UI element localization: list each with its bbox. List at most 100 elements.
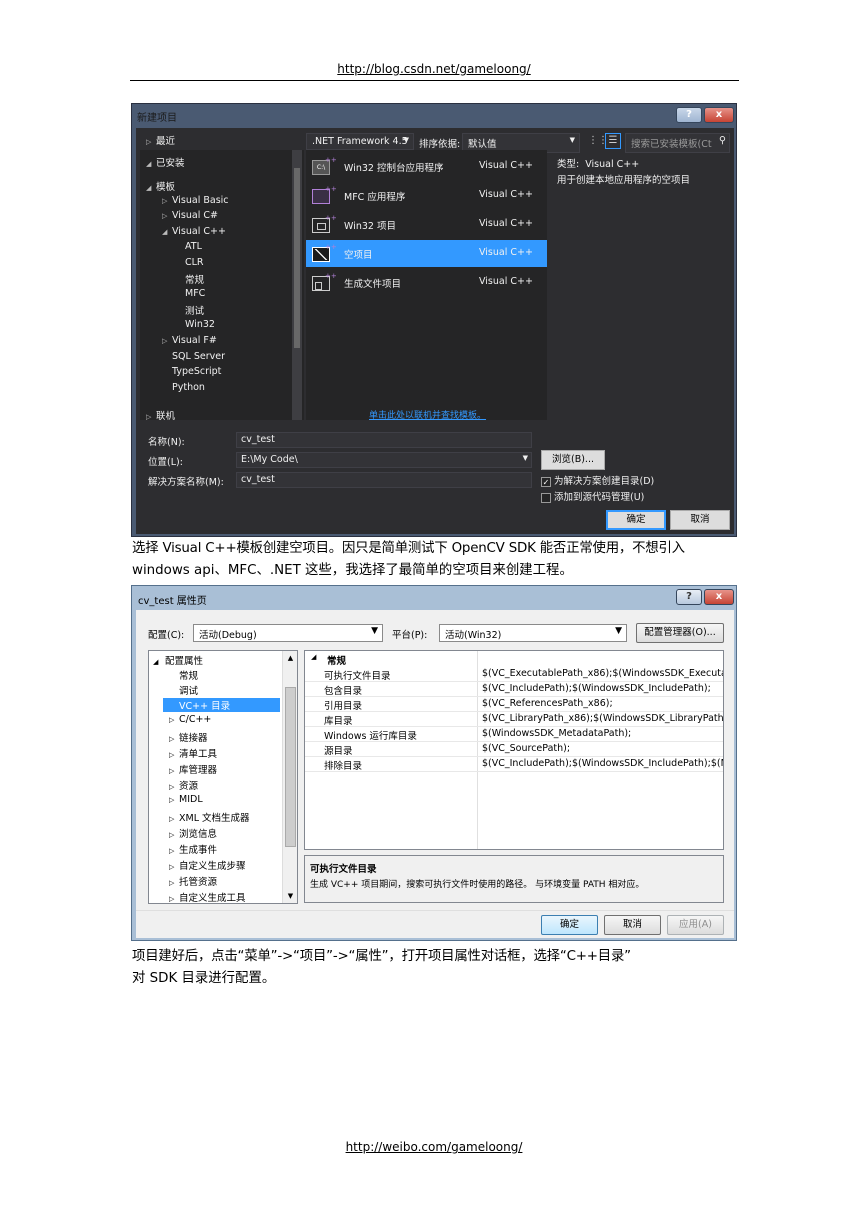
location-input[interactable]: E:\My Code\ ▼ bbox=[236, 452, 532, 468]
grid-row-library-dirs[interactable]: 库目录 $(VC_LibraryPath_x86);$(WindowsSDK_Li… bbox=[305, 712, 723, 727]
paragraph-2-line-2: 对 SDK 目录进行配置。 bbox=[132, 971, 276, 986]
tree-item-debugging[interactable]: 调试 bbox=[179, 683, 198, 697]
tree-item-vb[interactable]: ▷ Visual Basic bbox=[162, 195, 229, 206]
expand-arrow-icon: ▷ bbox=[169, 895, 175, 903]
checkmark-icon: ✓ bbox=[541, 476, 551, 487]
tree-item-c-cpp[interactable]: ▷ C/C++ bbox=[169, 714, 211, 725]
footer-url[interactable]: http://weibo.com/gameloong/ bbox=[0, 1140, 868, 1154]
solution-name-input[interactable]: cv_test bbox=[236, 472, 532, 488]
template-item-makefile[interactable]: ++ 生成文件项目 Visual C++ bbox=[306, 269, 547, 296]
tree-scrollbar[interactable]: ▲ ▼ bbox=[282, 651, 297, 903]
chevron-down-icon: ▼ bbox=[403, 136, 409, 144]
template-item-win32-console[interactable]: C:\ ++ Win32 控制台应用程序 Visual C++ bbox=[306, 153, 547, 180]
empty-project-icon: ++ bbox=[312, 243, 337, 263]
template-item-mfc[interactable]: ++ MFC 应用程序 Visual C++ bbox=[306, 182, 547, 209]
grid-row-include-dirs[interactable]: 包含目录 $(VC_IncludePath);$(WindowsSDK_Inclu… bbox=[305, 682, 723, 697]
grid-row-executable-dirs[interactable]: 可执行文件目录 $(VC_ExecutablePath_x86);$(Window… bbox=[305, 667, 723, 682]
config-manager-button[interactable]: 配置管理器(O)... bbox=[636, 623, 724, 643]
paragraph-2-line-1: 项目建好后，点击“菜单”->“项目”->“属性”，打开项目属性对话框，选择“C+… bbox=[132, 949, 631, 964]
tree-item-win32[interactable]: Win32 bbox=[185, 319, 215, 330]
create-directory-checkbox[interactable]: ✓ 为解决方案创建目录(D) bbox=[541, 473, 654, 487]
tree-item-midl[interactable]: ▷ MIDL bbox=[169, 794, 203, 805]
tree-item-sql[interactable]: SQL Server bbox=[172, 351, 225, 362]
tree-item-xml-doc[interactable]: ▷ XML 文档生成器 bbox=[169, 810, 250, 824]
paragraph-1-line-1: 选择 Visual C++模板创建空项目。因只是简单测试下 OpenCV SDK… bbox=[132, 541, 685, 556]
tree-item-browse-info[interactable]: ▷ 浏览信息 bbox=[169, 826, 217, 840]
grid-row-reference-dirs[interactable]: 引用目录 $(VC_ReferencesPath_x86); bbox=[305, 697, 723, 712]
scroll-up-icon[interactable]: ▲ bbox=[283, 651, 297, 665]
browse-button[interactable]: 浏览(B)... bbox=[541, 450, 605, 470]
template-tree: ◢ 已安装 ◢ 模板 ▷ Visual Basic ▷ Visual C# ◢ Visua… bbox=[140, 150, 304, 420]
tree-item-mfc[interactable]: MFC bbox=[185, 288, 205, 299]
help-button[interactable]: ? bbox=[676, 589, 702, 605]
collapse-arrow-icon: ◢ bbox=[311, 653, 317, 661]
expand-arrow-icon: ▷ bbox=[169, 796, 175, 804]
cancel-button[interactable]: 取消 bbox=[670, 510, 730, 530]
tree-item-vcpp-directories[interactable]: VC++ 目录 bbox=[163, 698, 280, 712]
tree-item-installed[interactable]: ◢ 已安装 bbox=[146, 155, 185, 169]
scroll-down-icon[interactable]: ▼ bbox=[283, 889, 297, 903]
scroll-thumb[interactable] bbox=[285, 687, 296, 847]
tree-item-librarian[interactable]: ▷ 库管理器 bbox=[169, 762, 217, 776]
close-button[interactable]: x bbox=[704, 589, 734, 605]
tree-item-recent[interactable]: ▷ 最近 bbox=[146, 133, 175, 147]
tree-item-test[interactable]: 测试 bbox=[185, 303, 204, 317]
tree-item-python[interactable]: Python bbox=[172, 382, 205, 393]
template-list: C:\ ++ Win32 控制台应用程序 Visual C++ ++ MFC 应用程… bbox=[306, 150, 547, 420]
tree-item-build-events[interactable]: ▷ 生成事件 bbox=[169, 842, 217, 856]
ok-button[interactable]: 确定 bbox=[606, 510, 666, 530]
dialog-title: cv_test 属性页 bbox=[138, 596, 207, 607]
list-view-icon[interactable]: ☰ bbox=[605, 133, 621, 149]
config-select[interactable]: 活动(Debug) ▼ bbox=[193, 624, 383, 642]
tree-item-online[interactable]: ▷ 联机 bbox=[146, 408, 175, 422]
ok-button[interactable]: 确定 bbox=[541, 915, 598, 935]
tree-item-manifest-tool[interactable]: ▷ 清单工具 bbox=[169, 746, 217, 760]
tree-item-resources[interactable]: ▷ 资源 bbox=[169, 778, 198, 792]
tree-item-clr[interactable]: CLR bbox=[185, 257, 204, 268]
grid-row-source-dirs[interactable]: 源目录 $(VC_SourcePath); bbox=[305, 742, 723, 757]
tree-item-vcpp[interactable]: ◢ Visual C++ bbox=[162, 226, 226, 237]
online-templates-link[interactable]: 单击此处以联机并查找模板。 bbox=[369, 408, 486, 421]
tree-item-custom-build-tool[interactable]: ▷ 自定义生成工具 bbox=[169, 890, 246, 903]
tree-item-managed-resources[interactable]: ▷ 托管资源 bbox=[169, 874, 217, 888]
cancel-button[interactable]: 取消 bbox=[604, 915, 661, 935]
grid-row-winrt-dirs[interactable]: Windows 运行库目录 $(WindowsSDK_MetadataPath); bbox=[305, 727, 723, 742]
framework-select[interactable]: .NET Framework 4.5 ▼ bbox=[306, 133, 414, 150]
expand-arrow-icon: ▷ bbox=[162, 212, 168, 220]
tree-item-linker[interactable]: ▷ 链接器 bbox=[169, 730, 208, 744]
collapse-arrow-icon: ◢ bbox=[146, 160, 152, 168]
project-name-input[interactable]: cv_test bbox=[236, 432, 532, 448]
expand-arrow-icon: ▷ bbox=[146, 138, 152, 146]
tree-item-vfs[interactable]: ▷ Visual F# bbox=[162, 335, 217, 346]
tree-item-templates[interactable]: ◢ 模板 bbox=[146, 179, 175, 193]
grid-category-general[interactable]: ◢ 常规 bbox=[305, 652, 723, 667]
tree-item-general[interactable]: 常规 bbox=[185, 272, 204, 286]
scroll-thumb[interactable] bbox=[294, 168, 300, 348]
help-button[interactable]: ? bbox=[676, 107, 702, 123]
grid-view-icon[interactable]: ⋮⋮ bbox=[588, 134, 608, 148]
config-label: 配置(C): bbox=[148, 630, 185, 641]
expand-arrow-icon: ▷ bbox=[169, 767, 175, 775]
chevron-down-icon: ▼ bbox=[522, 454, 528, 462]
template-item-empty-project[interactable]: ++ 空项目 Visual C++ bbox=[306, 240, 547, 267]
tree-scrollbar[interactable] bbox=[292, 150, 302, 420]
tree-item-vcs[interactable]: ▷ Visual C# bbox=[162, 210, 218, 221]
apply-button[interactable]: 应用(A) bbox=[667, 915, 724, 935]
dialog-body: 配置(C): 活动(Debug) ▼ 平台(P): 活动(Win32) ▼ 配置管理… bbox=[136, 610, 734, 938]
header-url[interactable]: http://blog.csdn.net/gameloong/ bbox=[0, 62, 868, 76]
template-description: 类型: Visual C++ 用于创建本地应用程序的空项目 bbox=[551, 150, 730, 420]
tree-item-ts[interactable]: TypeScript bbox=[172, 366, 221, 377]
tree-item-custom-build-step[interactable]: ▷ 自定义生成步骤 bbox=[169, 858, 246, 872]
platform-select[interactable]: 活动(Win32) ▼ bbox=[439, 624, 627, 642]
tree-item-config-properties[interactable]: ◢ 配置属性 bbox=[153, 653, 203, 667]
close-button[interactable]: x bbox=[704, 107, 734, 123]
header-rule bbox=[130, 80, 739, 81]
source-control-checkbox[interactable]: 添加到源代码管理(U) bbox=[541, 489, 644, 503]
tree-item-general[interactable]: 常规 bbox=[179, 668, 198, 682]
expand-arrow-icon: ▷ bbox=[169, 783, 175, 791]
template-item-win32-project[interactable]: ++ Win32 项目 Visual C++ bbox=[306, 211, 547, 238]
collapse-arrow-icon: ◢ bbox=[153, 658, 159, 666]
expand-arrow-icon: ▷ bbox=[146, 413, 152, 421]
grid-row-exclude-dirs[interactable]: 排除目录 $(VC_IncludePath);$(WindowsSDK_Inclu… bbox=[305, 757, 723, 772]
tree-item-atl[interactable]: ATL bbox=[185, 241, 202, 252]
